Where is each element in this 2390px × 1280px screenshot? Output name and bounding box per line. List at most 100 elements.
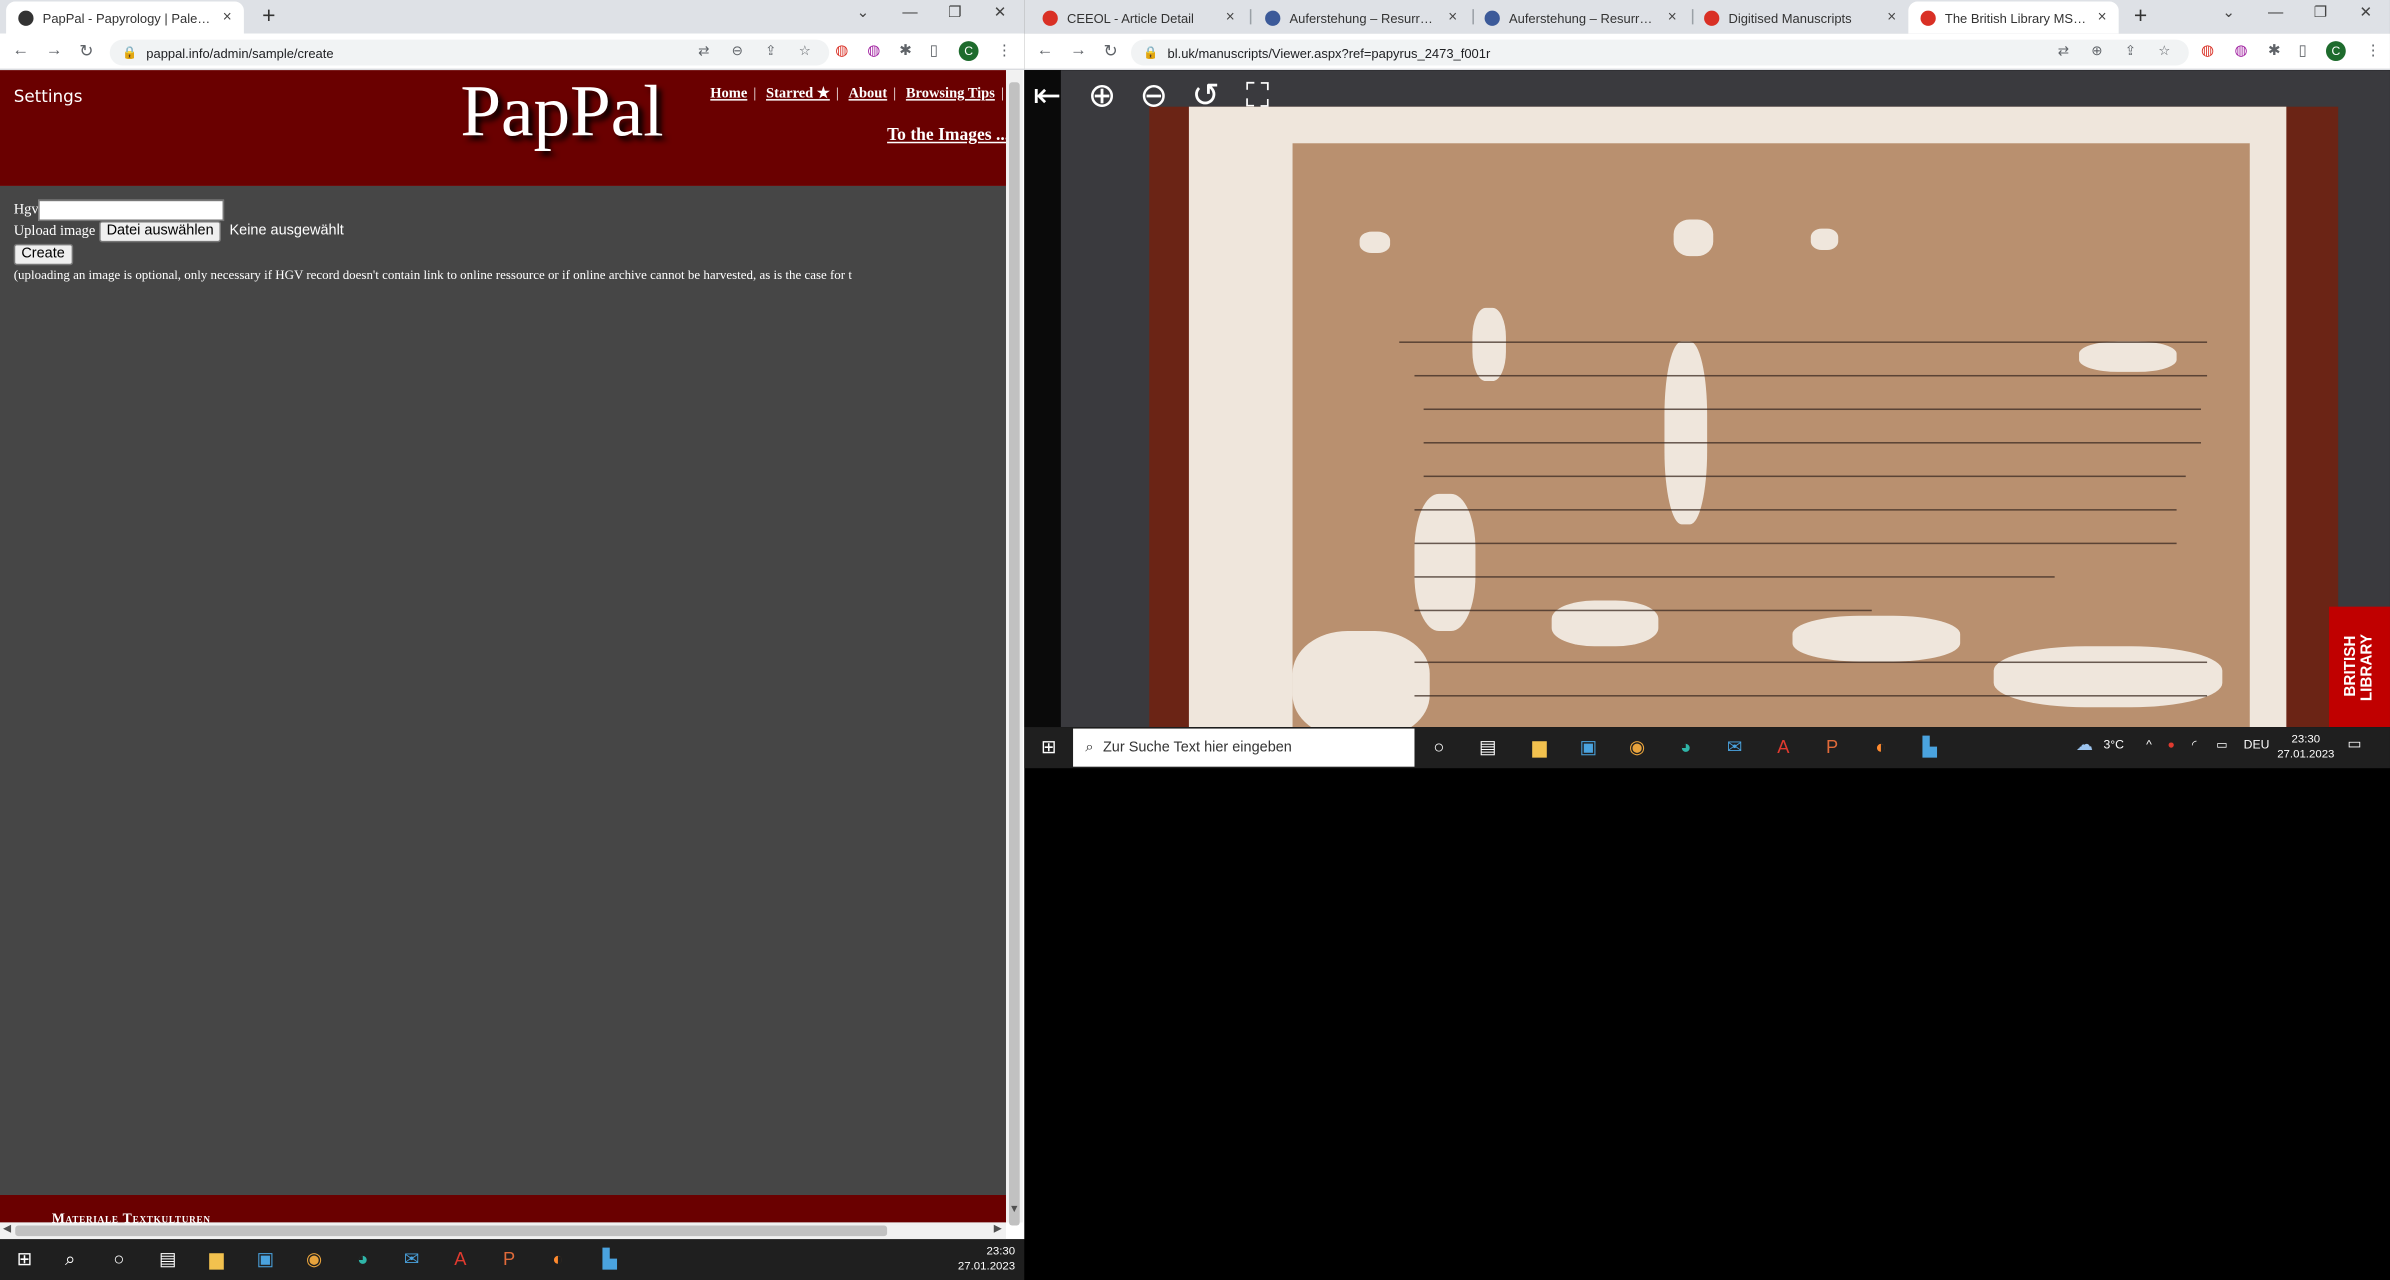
translate-icon[interactable]: ⇄ [698, 43, 710, 60]
weather-icon[interactable]: ☁ [2076, 735, 2093, 754]
extensions-puzzle-icon[interactable]: ✱ [2268, 43, 2281, 60]
store-icon[interactable]: ▣ [1576, 735, 1600, 759]
right-taskbar-clock[interactable]: 23:30 27.01.2023 [2277, 732, 2334, 762]
profile-avatar[interactable]: C [2325, 41, 2346, 61]
tab-digitised-manuscripts[interactable]: Digitised Manuscripts × [1692, 2, 1908, 34]
extension-red-icon[interactable]: ◍ [2201, 43, 2214, 60]
tab-close-icon[interactable]: × [2098, 9, 2107, 26]
scroll-down-icon[interactable]: ▼ [1009, 1204, 1020, 1215]
extension-purple-icon[interactable]: ◍ [867, 43, 880, 60]
nav-browsing-tips[interactable]: Browsing Tips [906, 87, 995, 102]
tray-app-icon[interactable]: ● [2167, 738, 2174, 752]
firefox-icon[interactable]: ◐ [1869, 735, 1893, 759]
profile-avatar[interactable]: C [958, 41, 979, 61]
tab-close-icon[interactable]: × [223, 9, 232, 26]
store-icon[interactable]: ▣ [253, 1247, 277, 1271]
forward-icon[interactable]: → [1070, 41, 1087, 59]
photos-icon[interactable]: ▙ [1917, 735, 1941, 759]
restore-icon[interactable]: ❐ [2314, 5, 2328, 22]
forward-icon[interactable]: → [46, 41, 63, 59]
horizontal-scrollbar[interactable]: ◀ ▶ [0, 1222, 1006, 1240]
nav-about[interactable]: About [849, 87, 888, 102]
acrobat-icon[interactable]: A [1771, 735, 1795, 759]
manuscript-viewer[interactable]: ⇤ ⊕ ⊖ ↺ ⛶ BRITISH LIBRARY [1024, 70, 2390, 728]
close-window-icon[interactable]: ✕ [2360, 5, 2373, 22]
tab-ceeol[interactable]: CEEOL - Article Detail × [1030, 2, 1246, 34]
tab-close-icon[interactable]: × [1887, 9, 1896, 26]
zoom-icon[interactable]: ⊖ [732, 43, 744, 60]
file-explorer-icon[interactable]: ▆ [1527, 735, 1551, 759]
notifications-icon[interactable]: ▭ [2347, 736, 2361, 753]
cortana-icon[interactable]: ○ [107, 1247, 131, 1271]
menu-kebab-icon[interactable]: ⋮ [997, 43, 1012, 60]
network-icon[interactable]: ◜ [2192, 738, 2197, 752]
reload-icon[interactable]: ↻ [79, 41, 93, 61]
tab-resurrection-2[interactable]: Auferstehung – Resurrection × [1472, 2, 1688, 34]
create-button[interactable]: Create [13, 243, 73, 266]
translate-icon[interactable]: ⇄ [2058, 43, 2070, 60]
tab-bl-viewer[interactable]: The British Library MS Viewer × [1908, 1, 2119, 34]
extension-purple-icon[interactable]: ◍ [2235, 43, 2248, 60]
powerpoint-icon[interactable]: P [1820, 735, 1844, 759]
extension-red-icon[interactable]: ◍ [835, 43, 848, 60]
scroll-left-icon[interactable]: ◀ [3, 1222, 11, 1235]
vertical-scrollbar[interactable]: ▼ [1005, 70, 1023, 1226]
edge-icon[interactable]: ◕ [351, 1247, 375, 1271]
zoom-icon[interactable]: ⊕ [2091, 43, 2103, 60]
taskbar-search-input[interactable]: ⌕ Zur Suche Text hier eingeben [1073, 728, 1415, 767]
fullscreen-icon[interactable]: ⛶ [1238, 76, 1278, 116]
mail-icon[interactable]: ✉ [399, 1247, 423, 1271]
task-view-icon[interactable]: ▤ [1475, 735, 1499, 759]
settings-link[interactable]: Settings [14, 87, 83, 107]
tab-close-icon[interactable]: × [1448, 9, 1457, 26]
tab-close-icon[interactable]: × [1226, 9, 1235, 26]
reload-icon[interactable]: ↻ [1104, 41, 1118, 61]
zoom-in-icon[interactable]: ⊕ [1082, 76, 1122, 116]
restore-icon[interactable]: ❐ [948, 5, 962, 22]
address-bar[interactable]: 🔒 pappal.info/admin/sample/create ⇄ ⊖ ⇪ … [109, 39, 830, 66]
chrome-icon[interactable]: ◉ [1625, 735, 1649, 759]
tab-resurrection-1[interactable]: Auferstehung – Resurrection × [1253, 2, 1469, 34]
british-library-logo[interactable]: BRITISH LIBRARY [2329, 606, 2390, 728]
new-tab-button[interactable]: + [262, 3, 275, 29]
minimize-icon[interactable]: — [902, 5, 917, 22]
tab-pappal[interactable]: PapPal - Papyrology | Paleograph × [6, 1, 244, 34]
back-icon[interactable]: ← [12, 41, 29, 59]
sidepanel-icon[interactable]: ▯ [2299, 43, 2307, 60]
address-bar[interactable]: 🔒 bl.uk/manuscripts/Viewer.aspx?ref=papy… [1130, 39, 2189, 66]
mail-icon[interactable]: ✉ [1722, 735, 1746, 759]
cortana-icon[interactable]: ○ [1427, 735, 1451, 759]
bookmark-star-icon[interactable]: ☆ [799, 43, 811, 60]
powerpoint-icon[interactable]: P [497, 1247, 521, 1271]
tray-chevron-icon[interactable]: ^ [2146, 738, 2152, 752]
vertical-scroll-thumb[interactable] [1009, 82, 1020, 1226]
to-images-link[interactable]: To the Images ... [887, 127, 1009, 145]
rotate-icon[interactable]: ↺ [1186, 76, 1226, 116]
tab-search-chevron-icon[interactable]: ⌄ [2222, 5, 2235, 22]
extensions-puzzle-icon[interactable]: ✱ [899, 43, 912, 60]
tab-close-icon[interactable]: × [1668, 9, 1677, 26]
language-indicator[interactable]: DEU [2244, 738, 2270, 752]
photos-icon[interactable]: ▙ [597, 1247, 621, 1271]
windows-start-icon[interactable]: ⊞ [12, 1247, 36, 1271]
hgv-input[interactable] [38, 199, 225, 222]
choose-file-button[interactable]: Datei auswählen [98, 221, 222, 243]
task-view-icon[interactable]: ▤ [155, 1247, 179, 1271]
tab-search-chevron-icon[interactable]: ⌄ [857, 5, 870, 22]
nav-starred[interactable]: Starred ★ [766, 87, 830, 102]
new-tab-button[interactable]: + [2134, 3, 2147, 29]
menu-kebab-icon[interactable]: ⋮ [2366, 43, 2381, 60]
close-window-icon[interactable]: ✕ [994, 5, 1007, 22]
back-icon[interactable]: ← [1036, 41, 1053, 59]
zoom-out-icon[interactable]: ⊖ [1134, 76, 1174, 116]
nav-home[interactable]: Home [710, 87, 747, 102]
chrome-icon[interactable]: ◉ [302, 1247, 326, 1271]
scroll-right-icon[interactable]: ▶ [994, 1222, 1002, 1235]
minimize-icon[interactable]: — [2268, 5, 2283, 22]
edge-icon[interactable]: ◕ [1674, 735, 1698, 759]
left-taskbar-clock[interactable]: 23:30 27.01.2023 [958, 1244, 1015, 1274]
battery-icon[interactable]: ▭ [2216, 738, 2228, 752]
weather-temp[interactable]: 3°C [2103, 738, 2123, 752]
share-icon[interactable]: ⇪ [2125, 43, 2137, 60]
exit-viewer-icon[interactable]: ⇤ [1027, 76, 1067, 116]
